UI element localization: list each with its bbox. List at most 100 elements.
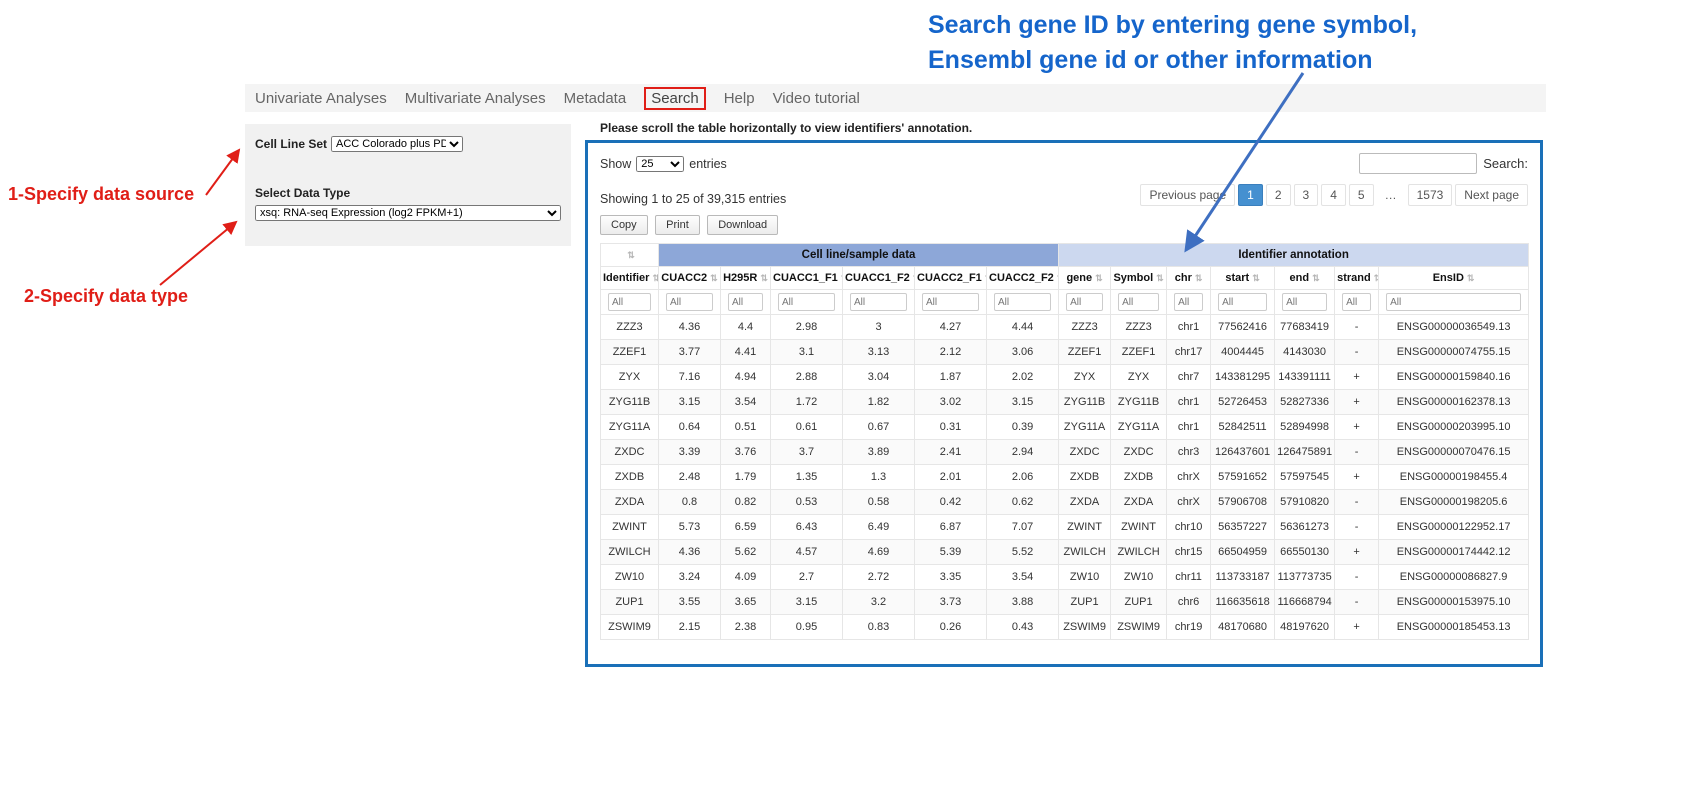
table-cell: - [1335, 340, 1379, 365]
column-header-start[interactable]: start⇅ [1211, 267, 1275, 290]
table-cell: 4.57 [771, 540, 843, 565]
next-page-button[interactable]: Next page [1455, 184, 1528, 206]
sort-icon: ⇅ [1467, 273, 1475, 283]
filter-input-ensid[interactable] [1386, 293, 1521, 311]
copy-button[interactable]: Copy [600, 215, 648, 235]
filter-input-start[interactable] [1218, 293, 1267, 311]
filter-input-cuacc2_f1[interactable] [922, 293, 979, 311]
table-cell: + [1335, 365, 1379, 390]
filter-input-identifier[interactable] [608, 293, 651, 311]
group-header-cell-line-sample-data: Cell line/sample data [659, 244, 1059, 267]
filter-input-cuacc1_f1[interactable] [778, 293, 835, 311]
filter-input-chr[interactable] [1174, 293, 1203, 311]
page-button-4[interactable]: 4 [1321, 184, 1346, 206]
table-cell: chr1 [1167, 390, 1211, 415]
table-cell: ZYX [601, 365, 659, 390]
column-header-cuacc2_f1[interactable]: CUACC2_F1⇅ [915, 267, 987, 290]
table-cell: 2.02 [987, 365, 1059, 390]
page-button-3[interactable]: 3 [1294, 184, 1319, 206]
table-cell: ENSG00000203995.10 [1379, 415, 1529, 440]
table-cell: ENSG00000122952.17 [1379, 515, 1529, 540]
filter-input-cuacc2[interactable] [666, 293, 713, 311]
table-cell: 2.38 [721, 615, 771, 640]
table-cell: ZYG11A [1111, 415, 1167, 440]
filter-input-cuacc2_f2[interactable] [994, 293, 1051, 311]
table-cell: 4.69 [843, 540, 915, 565]
table-cell: ENSG00000159840.16 [1379, 365, 1529, 390]
table-cell: 3.15 [987, 390, 1059, 415]
table-row: ZUP13.553.653.153.23.733.88ZUP1ZUP1chr61… [601, 590, 1529, 615]
column-header-label: Symbol [1113, 272, 1153, 284]
search-input[interactable] [1359, 153, 1477, 174]
column-header-strand[interactable]: strand⇅ [1335, 267, 1379, 290]
table-row: ZZZ34.364.42.9834.274.44ZZZ3ZZZ3chr17756… [601, 315, 1529, 340]
column-header-cuacc2_f2[interactable]: CUACC2_F2⇅ [987, 267, 1059, 290]
data-type-select[interactable]: xsq: RNA-seq Expression (log2 FPKM+1) [255, 205, 561, 221]
filter-cell [1335, 290, 1379, 315]
previous-page-button[interactable]: Previous page [1140, 184, 1235, 206]
nav-metadata[interactable]: Metadata [564, 90, 627, 107]
table-cell: 0.42 [915, 490, 987, 515]
filter-input-strand[interactable] [1342, 293, 1371, 311]
table-cell: 57910820 [1275, 490, 1335, 515]
column-header-label: EnsID [1433, 272, 1464, 284]
group-header-row: ⇅ Cell line/sample data Identifier annot… [601, 244, 1529, 267]
column-header-label: H295R [723, 272, 757, 284]
group-empty-cell[interactable]: ⇅ [601, 244, 659, 267]
filter-input-end[interactable] [1282, 293, 1327, 311]
table-cell: ENSG00000070476.15 [1379, 440, 1529, 465]
page-button-1573[interactable]: 1573 [1408, 184, 1453, 206]
filter-input-h295r[interactable] [728, 293, 763, 311]
page-button-2[interactable]: 2 [1266, 184, 1291, 206]
table-cell: ENSG00000036549.13 [1379, 315, 1529, 340]
table-cell: 113773735 [1275, 565, 1335, 590]
table-cell: ZXDB [601, 465, 659, 490]
column-header-cuacc1_f1[interactable]: CUACC1_F1⇅ [771, 267, 843, 290]
nav-help[interactable]: Help [724, 90, 755, 107]
show-entries-select[interactable]: 25 [636, 156, 684, 172]
table-cell: ZZEF1 [1111, 340, 1167, 365]
column-header-chr[interactable]: chr⇅ [1167, 267, 1211, 290]
column-header-label: Identifier [603, 272, 649, 284]
column-header-symbol[interactable]: Symbol⇅ [1111, 267, 1167, 290]
table-cell: + [1335, 465, 1379, 490]
table-cell: ZWINT [601, 515, 659, 540]
table-cell: ZW10 [1059, 565, 1111, 590]
page-button-5[interactable]: 5 [1349, 184, 1374, 206]
column-header-cuacc1_f2[interactable]: CUACC1_F2⇅ [843, 267, 915, 290]
filter-cell [987, 290, 1059, 315]
column-header-gene[interactable]: gene⇅ [1059, 267, 1111, 290]
filter-input-cuacc1_f2[interactable] [850, 293, 907, 311]
column-header-end[interactable]: end⇅ [1275, 267, 1335, 290]
nav-multivariate-analyses[interactable]: Multivariate Analyses [405, 90, 546, 107]
search-annotation: Search gene ID by entering gene symbol, … [928, 8, 1417, 78]
table-cell: ENSG00000162378.13 [1379, 390, 1529, 415]
table-cell: 1.3 [843, 465, 915, 490]
cell-line-set-select[interactable]: ACC Colorado plus PDX [331, 136, 463, 152]
column-header-ensid[interactable]: EnsID⇅ [1379, 267, 1529, 290]
search-annotation-line1: Search gene ID by entering gene symbol, [928, 8, 1417, 43]
nav-univariate-analyses[interactable]: Univariate Analyses [255, 90, 387, 107]
page-button-1[interactable]: 1 [1238, 184, 1263, 206]
filter-input-gene[interactable] [1066, 293, 1103, 311]
download-button[interactable]: Download [707, 215, 778, 235]
table-cell: 56357227 [1211, 515, 1275, 540]
table-cell: - [1335, 440, 1379, 465]
column-header-identifier[interactable]: Identifier⇅ [601, 267, 659, 290]
nav-video-tutorial[interactable]: Video tutorial [773, 90, 860, 107]
table-cell: ZWILCH [1111, 540, 1167, 565]
table-cell: chr10 [1167, 515, 1211, 540]
table-cell: 3.06 [987, 340, 1059, 365]
column-header-h295r[interactable]: H295R⇅ [721, 267, 771, 290]
column-header-row: Identifier⇅CUACC2⇅H295R⇅CUACC1_F1⇅CUACC1… [601, 267, 1529, 290]
print-button[interactable]: Print [655, 215, 700, 235]
table-cell: ZUP1 [601, 590, 659, 615]
filter-input-symbol[interactable] [1118, 293, 1159, 311]
column-header-cuacc2[interactable]: CUACC2⇅ [659, 267, 721, 290]
scroll-hint: Please scroll the table horizontally to … [600, 121, 972, 135]
red-arrow-2 [160, 222, 236, 285]
table-cell: 52726453 [1211, 390, 1275, 415]
table-cell: chr6 [1167, 590, 1211, 615]
sort-icon: ⇅ [760, 273, 768, 283]
nav-search[interactable]: Search [644, 87, 706, 110]
